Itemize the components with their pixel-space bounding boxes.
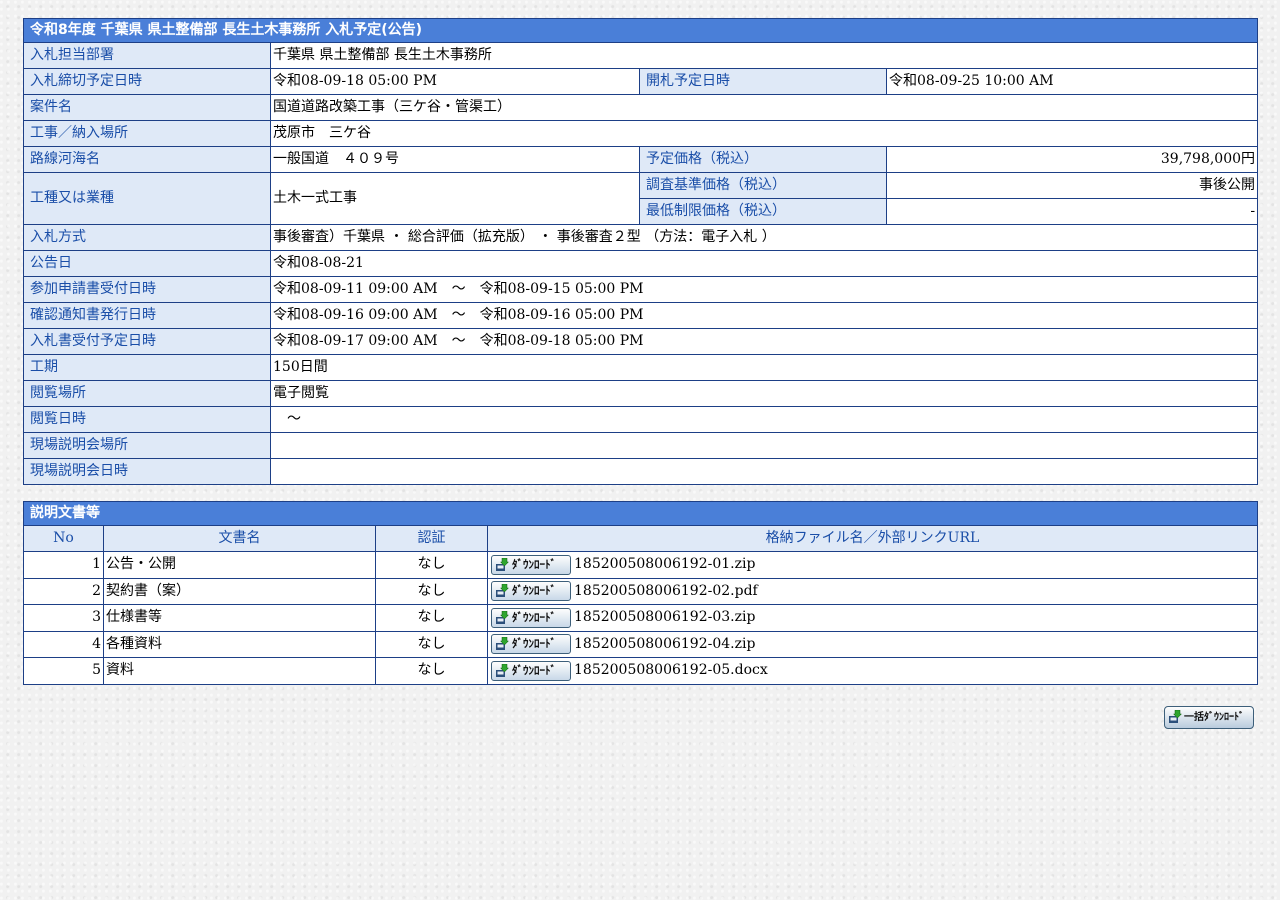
- place-label: 工事／納入場所: [23, 120, 271, 147]
- doc-no: 2: [23, 577, 104, 605]
- planned-price-value: 39,798,000円: [885, 146, 1259, 173]
- opening-value: 令和08-09-25 10:00 AM: [885, 68, 1259, 95]
- dept-value: 千葉県 県土整備部 長生土木事務所: [269, 42, 1259, 69]
- doc-name: 仕様書等: [103, 604, 376, 632]
- doc-no: 1: [23, 551, 104, 579]
- download-button[interactable]: ﾀﾞｳﾝﾛｰﾄﾞ: [491, 581, 571, 601]
- download-button[interactable]: ﾀﾞｳﾝﾛｰﾄﾞ: [491, 634, 571, 654]
- doc-row: 3 仕様書等 なし ﾀﾞｳﾝﾛｰﾄﾞ 185200508006192-03.zip: [23, 604, 1258, 632]
- download-button-label: ﾀﾞｳﾝﾛｰﾄﾞ: [512, 637, 556, 650]
- download-icon: [496, 637, 509, 650]
- deadline-label: 入札締切予定日時: [23, 68, 271, 95]
- notice-table: 令和8年度 千葉県 県土整備部 長生土木事務所 入札予定(公告) 入札担当部署 …: [22, 18, 1259, 485]
- site-time-value: [269, 458, 1259, 485]
- download-icon: [496, 557, 509, 571]
- method-value: 事後審査）千葉県 ・ 総合評価（拡充版） ・ 事後審査２型 （方法：電子入札 ）: [269, 224, 1259, 251]
- doc-row: 1 公告・公開 なし ﾀﾞｳﾝﾛｰﾄﾞ 185200508006192-01.zip: [23, 551, 1258, 579]
- download-button[interactable]: ﾀﾞｳﾝﾛｰﾄﾞ: [491, 607, 571, 628]
- doc-row: 4 各種資料 なし ﾀﾞｳﾝﾛｰﾄﾞ 185200508006192-04.zip: [23, 630, 1258, 658]
- doc-auth: なし: [375, 551, 488, 579]
- confirm-label: 確認通知書発行日時: [23, 302, 271, 329]
- view-time-label: 閲覧日時: [23, 406, 271, 433]
- place-value: 茂原市 三ケ谷: [269, 120, 1259, 147]
- planned-price-label: 予定価格（税込）: [639, 146, 887, 173]
- bulk-download-label: 一括ﾀﾞｳﾝﾛｰﾄﾞ: [1184, 712, 1244, 723]
- docs-title: 説明文書等: [23, 501, 1258, 526]
- docs-header-auth: 認証: [375, 525, 488, 552]
- download-button-label: ﾀﾞｳﾝﾛｰﾄﾞ: [512, 557, 556, 571]
- survey-price-value: 事後公開: [885, 172, 1259, 199]
- doc-file-name: 185200508006192-03.zip: [574, 609, 756, 625]
- docs-header-no: No: [23, 525, 104, 552]
- dept-label: 入札担当部署: [23, 42, 271, 69]
- download-button[interactable]: ﾀﾞｳﾝﾛｰﾄﾞ: [491, 660, 571, 681]
- doc-no: 4: [23, 630, 104, 658]
- download-button[interactable]: ﾀﾞｳﾝﾛｰﾄﾞ: [491, 554, 571, 575]
- bid-accept-label: 入札書受付予定日時: [23, 328, 271, 355]
- notice-section: 令和8年度 千葉県 県土整備部 長生土木事務所 入札予定(公告) 入札担当部署 …: [22, 18, 1259, 685]
- survey-price-label: 調査基準価格（税込）: [639, 172, 887, 199]
- type-label: 工種又は業種: [23, 172, 271, 225]
- apply-value: 令和08-09-11 09:00 AM ～ 令和08-09-15 05:00 P…: [269, 276, 1259, 303]
- confirm-value: 令和08-09-16 09:00 AM ～ 令和08-09-16 05:00 P…: [269, 302, 1259, 329]
- doc-file-name: 185200508006192-05.docx: [574, 662, 768, 678]
- docs-table: 説明文書等 No 文書名 認証 格納ファイル名／外部リンクURL 1 公告・公開な…: [23, 501, 1258, 685]
- method-label: 入札方式: [23, 224, 271, 251]
- announce-value: 令和08-08-21: [269, 250, 1259, 277]
- download-icon: [496, 610, 509, 624]
- period-value: 150日間: [269, 354, 1259, 381]
- download-button-label: ﾀﾞｳﾝﾛｰﾄﾞ: [512, 610, 556, 624]
- case-value: 国道道路改築工事（三ケ谷・管渠工）: [269, 94, 1259, 121]
- doc-auth: なし: [375, 604, 488, 632]
- notice-title: 令和8年度 千葉県 県土整備部 長生土木事務所 入札予定(公告): [22, 18, 1259, 43]
- doc-name: 資料: [103, 657, 376, 685]
- doc-file-cell: ﾀﾞｳﾝﾛｰﾄﾞ 185200508006192-05.docx: [487, 657, 1258, 685]
- apply-label: 参加申請書受付日時: [23, 276, 271, 303]
- case-label: 案件名: [23, 94, 271, 121]
- opening-label: 開札予定日時: [639, 68, 887, 95]
- docs-rows: 1 公告・公開 なし ﾀﾞｳﾝﾛｰﾄﾞ 185200508006192-01.zip 2 契…: [23, 551, 1258, 685]
- period-label: 工期: [23, 354, 271, 381]
- site-place-label: 現場説明会場所: [23, 432, 271, 459]
- doc-file-name: 185200508006192-04.zip: [574, 635, 756, 652]
- doc-file-cell: ﾀﾞｳﾝﾛｰﾄﾞ 185200508006192-03.zip: [487, 604, 1258, 632]
- bid-accept-value: 令和08-09-17 09:00 AM ～ 令和08-09-18 05:00 P…: [269, 328, 1259, 355]
- min-price-value: -: [885, 198, 1259, 225]
- doc-file-cell: ﾀﾞｳﾝﾛｰﾄﾞ 185200508006192-02.pdf: [487, 577, 1258, 605]
- deadline-value: 令和08-09-18 05:00 PM: [270, 68, 640, 95]
- download-button-label: ﾀﾞｳﾝﾛｰﾄﾞ: [512, 663, 556, 677]
- doc-row: 5 資料 なし ﾀﾞｳﾝﾛｰﾄﾞ 185200508006192-05.docx: [23, 657, 1258, 685]
- site-time-label: 現場説明会日時: [23, 458, 271, 485]
- announce-label: 公告日: [23, 250, 271, 277]
- doc-name: 公告・公開: [103, 551, 376, 579]
- site-place-value: [269, 432, 1259, 459]
- download-icon: [496, 584, 509, 597]
- doc-file-cell: ﾀﾞｳﾝﾛｰﾄﾞ 185200508006192-01.zip: [487, 551, 1258, 579]
- route-value: 一般国道 ４０９号: [270, 146, 640, 173]
- download-icon: [496, 663, 509, 677]
- download-button-label: ﾀﾞｳﾝﾛｰﾄﾞ: [512, 584, 556, 597]
- doc-row: 2 契約書（案） なし ﾀﾞｳﾝﾛｰﾄﾞ 185200508006192-02.pdf: [23, 577, 1258, 605]
- doc-no: 5: [23, 657, 104, 685]
- doc-file-cell: ﾀﾞｳﾝﾛｰﾄﾞ 185200508006192-04.zip: [487, 630, 1258, 658]
- view-time-value: ～: [269, 406, 1259, 433]
- bulk-download-button[interactable]: 一括ﾀﾞｳﾝﾛｰﾄﾞ: [1164, 706, 1254, 729]
- doc-file-name: 185200508006192-01.zip: [574, 556, 756, 572]
- doc-no: 3: [23, 604, 104, 632]
- doc-auth: なし: [375, 657, 488, 685]
- min-price-label: 最低制限価格（税込）: [639, 198, 887, 225]
- docs-header-file: 格納ファイル名／外部リンクURL: [487, 525, 1258, 552]
- doc-auth: なし: [375, 630, 488, 658]
- view-place-value: 電子閲覧: [269, 380, 1259, 407]
- type-value: 土木一式工事: [270, 172, 640, 225]
- doc-name: 各種資料: [103, 630, 376, 658]
- doc-name: 契約書（案）: [103, 577, 376, 605]
- view-place-label: 閲覧場所: [23, 380, 271, 407]
- doc-auth: なし: [375, 577, 488, 605]
- docs-header-name: 文書名: [103, 525, 376, 552]
- doc-file-name: 185200508006192-02.pdf: [574, 582, 758, 599]
- route-label: 路線河海名: [23, 146, 271, 173]
- download-icon: [1169, 710, 1182, 723]
